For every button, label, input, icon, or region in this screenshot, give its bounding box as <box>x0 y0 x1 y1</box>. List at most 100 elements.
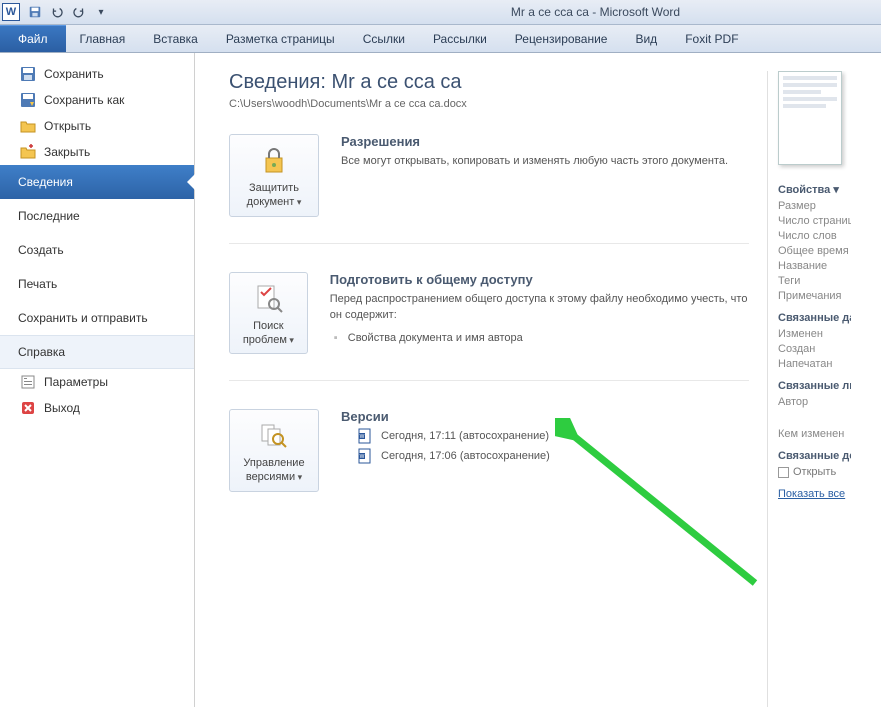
qat-customize-button[interactable]: ▾ <box>90 2 112 22</box>
qat-undo-button[interactable] <box>46 2 68 22</box>
nav-save-label: Сохранить <box>44 67 104 81</box>
nav-saveas-label: Сохранить как <box>44 93 124 107</box>
nav-info[interactable]: Сведения <box>0 165 194 199</box>
prepare-bullet: Свойства документа и имя автора <box>330 332 749 344</box>
open-location-link[interactable]: Открыть <box>778 466 851 478</box>
saveas-icon <box>20 92 36 108</box>
title-bar: W ▾ Mr a ce cca ca - Microsoft Word <box>0 0 881 25</box>
prepare-title: Подготовить к общему доступу <box>330 272 749 287</box>
nav-new-label: Создать <box>18 243 64 257</box>
nav-help[interactable]: Справка <box>0 335 194 369</box>
nav-info-label: Сведения <box>18 175 73 189</box>
prop-modified: Изменен <box>778 328 851 340</box>
nav-open-label: Открыть <box>44 119 91 133</box>
prop-pages: Число страниц <box>778 215 851 227</box>
prop-title: Название <box>778 260 851 272</box>
nav-options[interactable]: Параметры <box>0 369 194 395</box>
related-dates-heading: Связанные даты <box>778 312 851 324</box>
word-doc-icon: W <box>357 448 373 464</box>
prepare-desc: Перед распространением общего доступа к … <box>330 291 749 324</box>
check-btn-l2: проблем <box>234 333 303 347</box>
backstage-view: Сохранить Сохранить как Открыть Закрыть … <box>0 53 881 707</box>
tab-file[interactable]: Файл <box>0 25 66 52</box>
section-prepare: Поиск проблем Подготовить к общему досту… <box>229 272 749 382</box>
section-versions: Управление версиями Версии W Сегодня, 17… <box>229 409 749 518</box>
tab-layout[interactable]: Разметка страницы <box>212 25 349 52</box>
inspect-icon <box>234 281 303 315</box>
exit-icon <box>20 400 36 416</box>
nav-recent-label: Последние <box>18 209 80 223</box>
prop-lastmod: Кем изменен <box>778 428 851 440</box>
lock-icon <box>234 143 314 177</box>
save-icon <box>20 66 36 82</box>
prop-tags: Теги <box>778 275 851 287</box>
window-title: Mr a ce cca ca - Microsoft Word <box>112 5 879 19</box>
nav-print-label: Печать <box>18 277 57 291</box>
nav-exit[interactable]: Выход <box>0 395 194 421</box>
nav-new[interactable]: Создать <box>0 233 194 267</box>
tab-foxit[interactable]: Foxit PDF <box>671 25 752 52</box>
props-heading[interactable]: Свойства ▾ <box>778 183 851 196</box>
version-item[interactable]: W Сегодня, 17:11 (автосохранение) <box>357 428 550 444</box>
tab-home[interactable]: Главная <box>66 25 140 52</box>
related-people-heading: Связанные люди <box>778 380 851 392</box>
nav-save[interactable]: Сохранить <box>0 61 194 87</box>
close-icon <box>20 144 36 160</box>
protect-document-button[interactable]: Защитить документ <box>229 134 319 217</box>
permissions-desc: Все могут открывать, копировать и изменя… <box>341 153 728 170</box>
versions-btn-l1: Управление <box>234 456 314 470</box>
word-app-icon: W <box>2 3 20 21</box>
show-all-link[interactable]: Показать все <box>778 488 851 500</box>
properties-panel: Свойства ▾ Размер Число страниц Число сл… <box>767 71 851 707</box>
qat-save-button[interactable] <box>24 2 46 22</box>
protect-btn-l2: документ <box>234 195 314 209</box>
tab-mailings[interactable]: Рассылки <box>419 25 501 52</box>
svg-text:W: W <box>360 434 365 440</box>
versions-title: Версии <box>341 409 550 424</box>
nav-recent[interactable]: Последние <box>0 199 194 233</box>
manage-versions-button[interactable]: Управление версиями <box>229 409 319 492</box>
check-btn-l1: Поиск <box>234 319 303 333</box>
folder-icon <box>778 467 789 478</box>
nav-exit-label: Выход <box>44 401 80 415</box>
protect-btn-l1: Защитить <box>234 181 314 195</box>
backstage-main: Сведения: Mr a ce cca ca C:\Users\woodh\… <box>195 53 881 707</box>
prop-created: Создан <box>778 343 851 355</box>
permissions-title: Разрешения <box>341 134 728 149</box>
nav-saveas[interactable]: Сохранить как <box>0 87 194 113</box>
document-path: C:\Users\woodh\Documents\Mr a ce cca ca.… <box>229 98 749 110</box>
prop-author: Автор <box>778 396 851 408</box>
nav-sharesend[interactable]: Сохранить и отправить <box>0 301 194 335</box>
related-docs-heading: Связанные документы <box>778 450 851 462</box>
nav-close-label: Закрыть <box>44 145 90 159</box>
tab-references[interactable]: Ссылки <box>349 25 419 52</box>
nav-close[interactable]: Закрыть <box>0 139 194 165</box>
versions-btn-l2: версиями <box>234 470 314 484</box>
version-label: Сегодня, 17:11 (автосохранение) <box>381 430 549 442</box>
info-heading: Сведения: Mr a ce cca ca <box>229 71 749 94</box>
version-item[interactable]: W Сегодня, 17:06 (автосохранение) <box>357 448 550 464</box>
nav-print[interactable]: Печать <box>0 267 194 301</box>
nav-open[interactable]: Открыть <box>0 113 194 139</box>
nav-sharesend-label: Сохранить и отправить <box>18 311 148 325</box>
ribbon-tabs: Файл Главная Вставка Разметка страницы С… <box>0 25 881 53</box>
svg-text:W: W <box>360 454 365 460</box>
prop-words: Число слов <box>778 230 851 242</box>
prop-time: Общее время <box>778 245 851 257</box>
nav-options-label: Параметры <box>44 375 108 389</box>
qat-redo-button[interactable] <box>68 2 90 22</box>
version-label: Сегодня, 17:06 (автосохранение) <box>381 450 550 462</box>
prop-comments: Примечания <box>778 290 851 302</box>
open-icon <box>20 118 36 134</box>
document-thumbnail[interactable] <box>778 71 842 165</box>
tab-review[interactable]: Рецензирование <box>501 25 622 52</box>
options-icon <box>20 374 36 390</box>
nav-help-label: Справка <box>18 345 65 359</box>
section-permissions: Защитить документ Разрешения Все могут о… <box>229 134 749 244</box>
check-issues-button[interactable]: Поиск проблем <box>229 272 308 355</box>
prop-size: Размер <box>778 200 851 212</box>
word-doc-icon: W <box>357 428 373 444</box>
tab-view[interactable]: Вид <box>621 25 671 52</box>
versions-icon <box>234 418 314 452</box>
tab-insert[interactable]: Вставка <box>139 25 212 52</box>
